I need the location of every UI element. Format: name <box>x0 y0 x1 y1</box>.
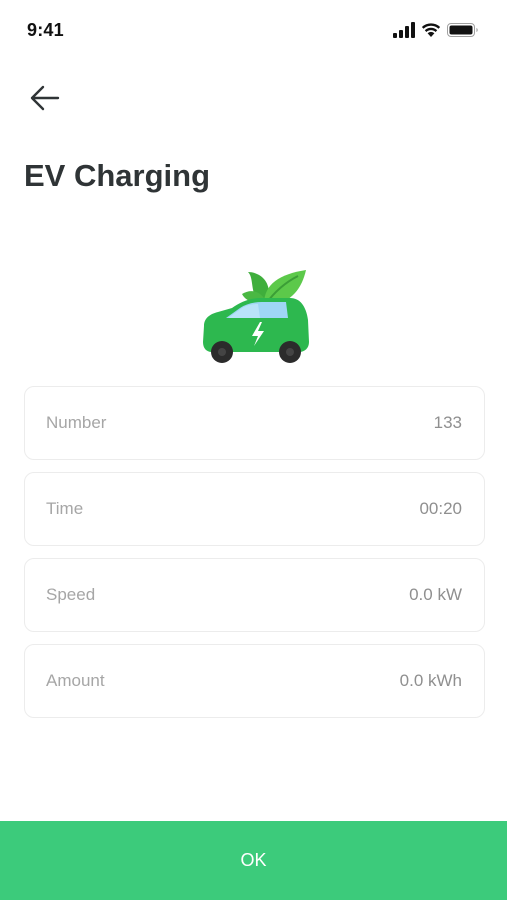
detail-value: 0.0 kWh <box>399 671 462 690</box>
detail-row-time: Time 00:20 <box>24 472 485 546</box>
status-time: 9:41 <box>27 20 64 40</box>
detail-row-number: Number 133 <box>24 386 485 460</box>
wifi-icon <box>421 23 441 37</box>
detail-label: Speed <box>46 585 96 604</box>
detail-value: 0.0 kW <box>409 585 462 604</box>
detail-row-amount: Amount 0.0 kWh <box>24 644 485 718</box>
status-bar: 9:41 <box>0 0 507 62</box>
eco-car-icon <box>203 270 309 363</box>
back-button[interactable] <box>26 82 62 114</box>
detail-label: Time <box>46 499 84 518</box>
page-title: EV Charging <box>24 158 211 193</box>
charging-details-list: Number 133 Time 00:20 Speed 0.0 kW Amoun… <box>24 386 485 730</box>
ok-button[interactable]: OK <box>0 821 507 900</box>
battery-icon <box>447 23 478 37</box>
detail-label: Number <box>46 413 107 432</box>
signal-icon <box>393 22 415 38</box>
detail-value: 133 <box>433 413 462 432</box>
detail-value: 00:20 <box>419 499 462 518</box>
status-icons <box>393 22 479 38</box>
detail-label: Amount <box>46 671 105 690</box>
detail-row-speed: Speed 0.0 kW <box>24 558 485 632</box>
arrow-left-icon <box>30 85 60 111</box>
ev-charging-screen: 9:41 EV Charging Number 133 Time 00:20 S… <box>0 0 507 900</box>
